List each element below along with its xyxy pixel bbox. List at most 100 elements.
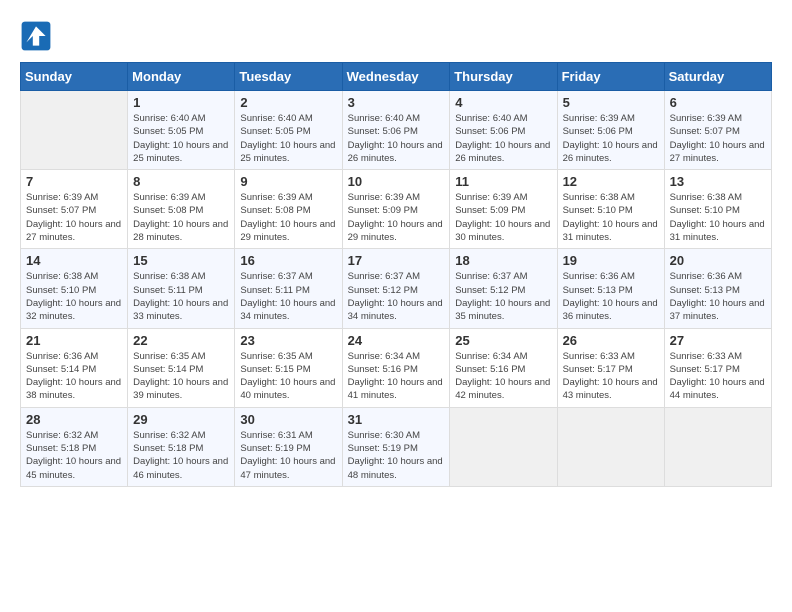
- sunrise-text: Sunrise: 6:40 AM: [133, 113, 205, 124]
- logo-icon: [20, 20, 52, 52]
- daylight-text: Daylight: 10 hours and 36 minutes.: [563, 298, 658, 322]
- day-number: 16: [240, 253, 336, 268]
- daylight-text: Daylight: 10 hours and 48 minutes.: [348, 456, 443, 480]
- day-info: Sunrise: 6:39 AM Sunset: 5:07 PM Dayligh…: [670, 112, 766, 165]
- sunset-text: Sunset: 5:19 PM: [240, 443, 310, 454]
- day-info: Sunrise: 6:30 AM Sunset: 5:19 PM Dayligh…: [348, 429, 445, 482]
- daylight-text: Daylight: 10 hours and 25 minutes.: [240, 140, 335, 164]
- sunset-text: Sunset: 5:11 PM: [133, 285, 203, 296]
- calendar-day-cell: 13 Sunrise: 6:38 AM Sunset: 5:10 PM Dayl…: [664, 170, 771, 249]
- day-info: Sunrise: 6:34 AM Sunset: 5:16 PM Dayligh…: [348, 350, 445, 403]
- calendar-day-cell: 17 Sunrise: 6:37 AM Sunset: 5:12 PM Dayl…: [342, 249, 450, 328]
- sunset-text: Sunset: 5:10 PM: [670, 205, 740, 216]
- calendar-day-cell: 23 Sunrise: 6:35 AM Sunset: 5:15 PM Dayl…: [235, 328, 342, 407]
- sunset-text: Sunset: 5:08 PM: [133, 205, 203, 216]
- calendar-week-row: 21 Sunrise: 6:36 AM Sunset: 5:14 PM Dayl…: [21, 328, 772, 407]
- daylight-text: Daylight: 10 hours and 25 minutes.: [133, 140, 228, 164]
- calendar-day-cell: 27 Sunrise: 6:33 AM Sunset: 5:17 PM Dayl…: [664, 328, 771, 407]
- day-number: 7: [26, 174, 122, 189]
- day-number: 12: [563, 174, 659, 189]
- calendar-week-row: 7 Sunrise: 6:39 AM Sunset: 5:07 PM Dayli…: [21, 170, 772, 249]
- calendar-day-cell: 15 Sunrise: 6:38 AM Sunset: 5:11 PM Dayl…: [128, 249, 235, 328]
- day-info: Sunrise: 6:36 AM Sunset: 5:13 PM Dayligh…: [670, 270, 766, 323]
- day-info: Sunrise: 6:38 AM Sunset: 5:10 PM Dayligh…: [563, 191, 659, 244]
- calendar-day-cell: 20 Sunrise: 6:36 AM Sunset: 5:13 PM Dayl…: [664, 249, 771, 328]
- sunrise-text: Sunrise: 6:38 AM: [563, 192, 635, 203]
- day-number: 17: [348, 253, 445, 268]
- sunset-text: Sunset: 5:13 PM: [670, 285, 740, 296]
- sunrise-text: Sunrise: 6:39 AM: [563, 113, 635, 124]
- day-info: Sunrise: 6:33 AM Sunset: 5:17 PM Dayligh…: [670, 350, 766, 403]
- calendar-day-cell: 6 Sunrise: 6:39 AM Sunset: 5:07 PM Dayli…: [664, 91, 771, 170]
- calendar-day-cell: 30 Sunrise: 6:31 AM Sunset: 5:19 PM Dayl…: [235, 407, 342, 486]
- sunset-text: Sunset: 5:16 PM: [455, 364, 525, 375]
- daylight-text: Daylight: 10 hours and 26 minutes.: [348, 140, 443, 164]
- day-number: 26: [563, 333, 659, 348]
- sunrise-text: Sunrise: 6:34 AM: [455, 351, 527, 362]
- day-number: 8: [133, 174, 229, 189]
- sunset-text: Sunset: 5:07 PM: [670, 126, 740, 137]
- sunrise-text: Sunrise: 6:32 AM: [133, 430, 205, 441]
- calendar-day-cell: [21, 91, 128, 170]
- day-info: Sunrise: 6:40 AM Sunset: 5:06 PM Dayligh…: [348, 112, 445, 165]
- day-number: 23: [240, 333, 336, 348]
- sunrise-text: Sunrise: 6:32 AM: [26, 430, 98, 441]
- day-number: 14: [26, 253, 122, 268]
- daylight-text: Daylight: 10 hours and 42 minutes.: [455, 377, 550, 401]
- sunrise-text: Sunrise: 6:39 AM: [455, 192, 527, 203]
- daylight-text: Daylight: 10 hours and 38 minutes.: [26, 377, 121, 401]
- sunset-text: Sunset: 5:14 PM: [133, 364, 203, 375]
- sunrise-text: Sunrise: 6:33 AM: [563, 351, 635, 362]
- daylight-text: Daylight: 10 hours and 37 minutes.: [670, 298, 765, 322]
- sunset-text: Sunset: 5:19 PM: [348, 443, 418, 454]
- calendar-day-cell: [450, 407, 557, 486]
- sunrise-text: Sunrise: 6:30 AM: [348, 430, 420, 441]
- sunrise-text: Sunrise: 6:38 AM: [26, 271, 98, 282]
- sunset-text: Sunset: 5:18 PM: [26, 443, 96, 454]
- daylight-text: Daylight: 10 hours and 44 minutes.: [670, 377, 765, 401]
- day-number: 20: [670, 253, 766, 268]
- calendar-week-row: 28 Sunrise: 6:32 AM Sunset: 5:18 PM Dayl…: [21, 407, 772, 486]
- sunset-text: Sunset: 5:09 PM: [348, 205, 418, 216]
- sunrise-text: Sunrise: 6:36 AM: [670, 271, 742, 282]
- day-info: Sunrise: 6:37 AM Sunset: 5:12 PM Dayligh…: [348, 270, 445, 323]
- sunset-text: Sunset: 5:06 PM: [348, 126, 418, 137]
- daylight-text: Daylight: 10 hours and 47 minutes.: [240, 456, 335, 480]
- day-number: 6: [670, 95, 766, 110]
- day-number: 25: [455, 333, 551, 348]
- calendar-header-row: SundayMondayTuesdayWednesdayThursdayFrid…: [21, 63, 772, 91]
- weekday-header: Tuesday: [235, 63, 342, 91]
- calendar-day-cell: [557, 407, 664, 486]
- day-number: 24: [348, 333, 445, 348]
- daylight-text: Daylight: 10 hours and 30 minutes.: [455, 219, 550, 243]
- day-info: Sunrise: 6:38 AM Sunset: 5:10 PM Dayligh…: [26, 270, 122, 323]
- calendar-day-cell: 24 Sunrise: 6:34 AM Sunset: 5:16 PM Dayl…: [342, 328, 450, 407]
- page-header: [20, 20, 772, 52]
- daylight-text: Daylight: 10 hours and 27 minutes.: [670, 140, 765, 164]
- sunset-text: Sunset: 5:12 PM: [348, 285, 418, 296]
- sunset-text: Sunset: 5:13 PM: [563, 285, 633, 296]
- day-info: Sunrise: 6:39 AM Sunset: 5:08 PM Dayligh…: [240, 191, 336, 244]
- sunset-text: Sunset: 5:05 PM: [240, 126, 310, 137]
- day-info: Sunrise: 6:38 AM Sunset: 5:10 PM Dayligh…: [670, 191, 766, 244]
- day-number: 13: [670, 174, 766, 189]
- sunset-text: Sunset: 5:12 PM: [455, 285, 525, 296]
- calendar-day-cell: 25 Sunrise: 6:34 AM Sunset: 5:16 PM Dayl…: [450, 328, 557, 407]
- sunrise-text: Sunrise: 6:40 AM: [455, 113, 527, 124]
- day-number: 1: [133, 95, 229, 110]
- calendar-day-cell: 7 Sunrise: 6:39 AM Sunset: 5:07 PM Dayli…: [21, 170, 128, 249]
- calendar-day-cell: 31 Sunrise: 6:30 AM Sunset: 5:19 PM Dayl…: [342, 407, 450, 486]
- daylight-text: Daylight: 10 hours and 39 minutes.: [133, 377, 228, 401]
- day-info: Sunrise: 6:39 AM Sunset: 5:09 PM Dayligh…: [348, 191, 445, 244]
- sunrise-text: Sunrise: 6:39 AM: [348, 192, 420, 203]
- day-number: 18: [455, 253, 551, 268]
- day-number: 2: [240, 95, 336, 110]
- sunrise-text: Sunrise: 6:38 AM: [133, 271, 205, 282]
- sunset-text: Sunset: 5:18 PM: [133, 443, 203, 454]
- day-number: 4: [455, 95, 551, 110]
- calendar-day-cell: 18 Sunrise: 6:37 AM Sunset: 5:12 PM Dayl…: [450, 249, 557, 328]
- day-info: Sunrise: 6:32 AM Sunset: 5:18 PM Dayligh…: [133, 429, 229, 482]
- calendar-table: SundayMondayTuesdayWednesdayThursdayFrid…: [20, 62, 772, 487]
- daylight-text: Daylight: 10 hours and 41 minutes.: [348, 377, 443, 401]
- calendar-day-cell: 5 Sunrise: 6:39 AM Sunset: 5:06 PM Dayli…: [557, 91, 664, 170]
